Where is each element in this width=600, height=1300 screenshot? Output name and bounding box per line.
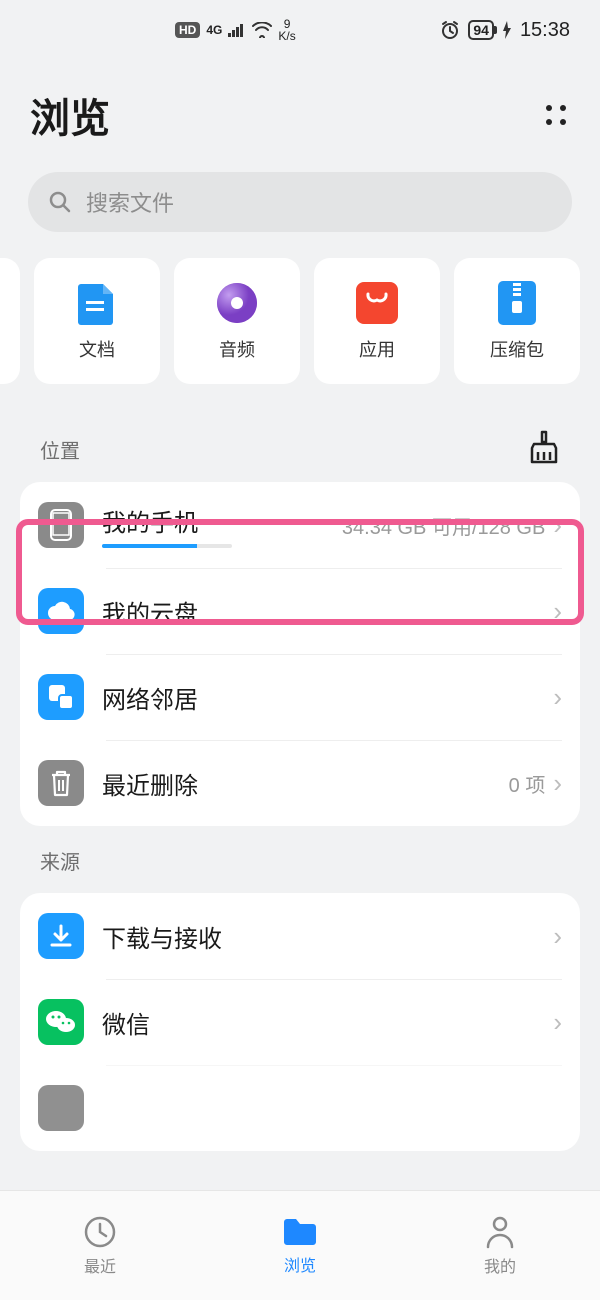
- wechat-icon: [38, 999, 84, 1045]
- chevron-right-icon: ›: [553, 596, 562, 627]
- app-generic-icon: [38, 1085, 84, 1131]
- status-left: HD 4G 9 K/s: [175, 18, 296, 42]
- row-title: 下载与接收: [102, 919, 553, 954]
- row-download[interactable]: 下载与接收 ›: [20, 893, 580, 979]
- row-title: 我的手机: [102, 503, 342, 538]
- section-title-location: 位置: [40, 435, 80, 464]
- more-menu-button[interactable]: [542, 101, 570, 129]
- row-title: 最近删除: [102, 766, 509, 801]
- app-icon: [354, 280, 400, 326]
- header: 浏览: [0, 60, 600, 164]
- clock-time: 15:38: [520, 19, 570, 42]
- row-wechat[interactable]: 微信 ›: [20, 979, 580, 1065]
- cloud-icon: [38, 588, 84, 634]
- row-title: 微信: [102, 1005, 553, 1040]
- status-right: 94 15:38: [440, 19, 570, 42]
- chevron-right-icon: ›: [553, 1007, 562, 1038]
- category-row[interactable]: 文档 音频 应用 压缩包: [0, 232, 600, 410]
- category-tile-doc[interactable]: 文档: [34, 258, 160, 384]
- bottom-nav: 最近 浏览 我的: [0, 1190, 600, 1300]
- source-header: 来源: [0, 826, 600, 883]
- storage-bar: [102, 544, 232, 548]
- chevron-right-icon: ›: [553, 921, 562, 952]
- hd-badge: HD: [175, 22, 200, 38]
- category-tile-prev[interactable]: [0, 258, 20, 384]
- category-label: 压缩包: [490, 336, 544, 362]
- source-list: 下载与接收 › 微信 ›: [20, 893, 580, 1151]
- row-title: 网络邻居: [102, 680, 553, 715]
- search-input[interactable]: 搜索文件: [28, 172, 572, 232]
- nav-recent[interactable]: 最近: [0, 1191, 200, 1300]
- network-type: 4G: [206, 23, 222, 37]
- person-icon: [484, 1215, 516, 1249]
- net-speed-unit: K/s: [278, 30, 295, 42]
- location-header: 位置: [0, 410, 600, 472]
- chevron-right-icon: ›: [553, 510, 562, 541]
- cleanup-icon[interactable]: [528, 430, 560, 464]
- nav-browse[interactable]: 浏览: [200, 1191, 400, 1300]
- wifi-icon: [252, 22, 272, 38]
- category-tile-app[interactable]: 应用: [314, 258, 440, 384]
- net-speed: 9 K/s: [278, 18, 295, 42]
- phone-icon: [38, 502, 84, 548]
- archive-icon: [494, 280, 540, 326]
- nav-mine[interactable]: 我的: [400, 1191, 600, 1300]
- nav-label: 最近: [84, 1253, 116, 1277]
- chevron-right-icon: ›: [553, 768, 562, 799]
- network-icon: [38, 674, 84, 720]
- folder-icon: [281, 1216, 319, 1248]
- row-more[interactable]: [20, 1065, 580, 1151]
- alarm-icon: [440, 20, 460, 40]
- row-title: 我的云盘: [102, 594, 553, 629]
- search-placeholder: 搜索文件: [86, 186, 174, 218]
- storage-meta: 34.34 GB 可用/128 GB: [342, 511, 545, 540]
- row-network[interactable]: 网络邻居 ›: [20, 654, 580, 740]
- trash-icon: [38, 760, 84, 806]
- category-tile-zip[interactable]: 压缩包: [454, 258, 580, 384]
- signal-icon: [228, 23, 246, 37]
- audio-icon: [214, 280, 260, 326]
- category-label: 文档: [79, 336, 115, 362]
- location-list: 我的手机 34.34 GB 可用/128 GB › 我的云盘 › 网络邻居 › …: [20, 482, 580, 826]
- battery-indicator: 94: [468, 20, 494, 40]
- download-icon: [38, 913, 84, 959]
- status-bar: HD 4G 9 K/s 94 15:38: [0, 0, 600, 60]
- page-title: 浏览: [30, 86, 110, 144]
- search-icon: [48, 190, 72, 214]
- category-tile-audio[interactable]: 音频: [174, 258, 300, 384]
- nav-label: 浏览: [284, 1252, 316, 1276]
- section-title-source: 来源: [40, 846, 80, 875]
- chevron-right-icon: ›: [553, 682, 562, 713]
- clock-icon: [83, 1215, 117, 1249]
- row-trash[interactable]: 最近删除 0 项 ›: [20, 740, 580, 826]
- row-my-phone[interactable]: 我的手机 34.34 GB 可用/128 GB ›: [20, 482, 580, 568]
- category-label: 音频: [219, 336, 255, 362]
- row-cloud[interactable]: 我的云盘 ›: [20, 568, 580, 654]
- trash-count: 0 项: [509, 769, 546, 798]
- nav-label: 我的: [484, 1253, 516, 1277]
- charging-icon: [502, 21, 512, 39]
- category-label: 应用: [359, 336, 395, 362]
- document-icon: [74, 280, 120, 326]
